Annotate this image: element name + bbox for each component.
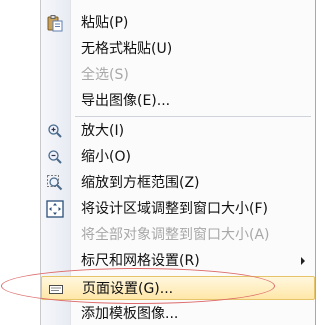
menu-item-label: 将全部对象调整到窗口大小(A) (81, 227, 270, 243)
screenshot-stage: 粘贴(P) 无格式粘贴(U) 全选(S) 导出图像(E)... 放大(I) 缩小… (0, 0, 325, 325)
zoom-in-icon (46, 122, 64, 140)
submenu-arrow-icon (301, 257, 305, 265)
clipboard-paste-icon (46, 14, 64, 32)
menu-item-fit-all-objects: 将全部对象调整到窗口大小(A) (41, 223, 315, 247)
context-menu: 粘贴(P) 无格式粘贴(U) 全选(S) 导出图像(E)... 放大(I) 缩小… (40, 0, 316, 325)
menu-item-label: 添加模板图像... (81, 306, 179, 322)
menu-item-ruler-grid-settings[interactable]: 标尺和网格设置(R) (41, 249, 315, 273)
menu-item-paste-unformatted[interactable]: 无格式粘贴(U) (41, 37, 315, 61)
zoom-out-icon (46, 148, 64, 166)
menu-item-page-setup[interactable]: 页面设置(G)... (41, 276, 315, 300)
menu-item-label: 导出图像(E)... (81, 93, 171, 109)
fit-to-window-icon (46, 200, 64, 218)
menu-item-label: 缩小(O) (81, 149, 131, 165)
menu-item-label: 页面设置(G)... (82, 281, 174, 297)
menu-item-zoom-in[interactable]: 放大(I) (41, 119, 315, 143)
page-setup-icon (47, 280, 65, 298)
menu-item-zoom-to-box[interactable]: 缩放到方框范围(Z) (41, 171, 315, 195)
menu-item-select-all: 全选(S) (41, 63, 315, 87)
menu-item-label: 标尺和网格设置(R) (81, 253, 200, 269)
menu-separator (75, 116, 311, 117)
menu-item-zoom-out[interactable]: 缩小(O) (41, 145, 315, 169)
menu-item-label: 无格式粘贴(U) (81, 41, 173, 57)
menu-item-label: 缩放到方框范围(Z) (81, 175, 200, 191)
menu-item-label: 粘贴(P) (81, 15, 129, 31)
menu-item-label: 全选(S) (81, 67, 129, 83)
menu-item-paste[interactable]: 粘贴(P) (41, 11, 315, 35)
menu-item-add-template-image[interactable]: 添加模板图像... (41, 302, 315, 325)
zoom-region-icon (46, 174, 64, 192)
menu-item-export-image[interactable]: 导出图像(E)... (41, 89, 315, 113)
menu-item-fit-design-area[interactable]: 将设计区域调整到窗口大小(F) (41, 197, 315, 221)
menu-item-label: 将设计区域调整到窗口大小(F) (81, 201, 268, 217)
menu-item-label: 放大(I) (81, 123, 125, 139)
